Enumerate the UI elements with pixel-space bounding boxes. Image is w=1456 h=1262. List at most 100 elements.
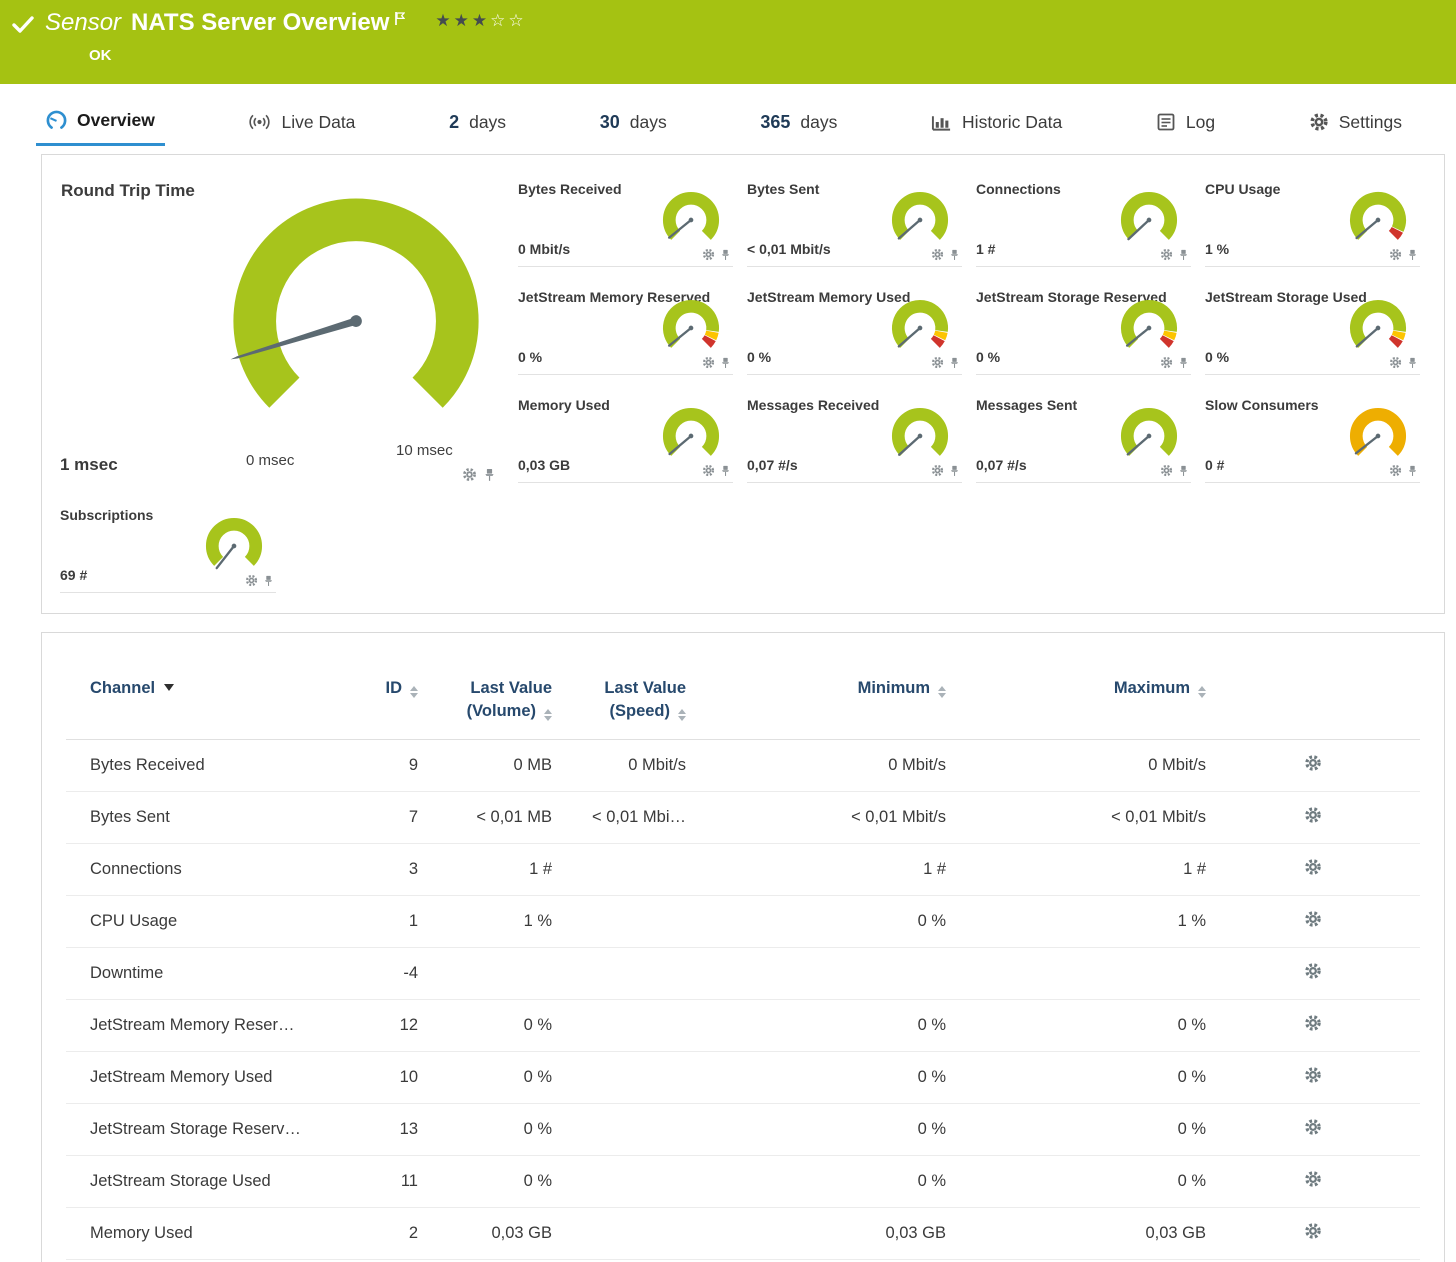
gear-icon	[931, 248, 944, 261]
gear-icon	[1309, 112, 1329, 132]
column-header-speed[interactable]: Last Value (Speed)	[552, 671, 686, 740]
star-icon[interactable]: ☆	[490, 11, 508, 30]
gauge-settings-button[interactable]	[1389, 248, 1402, 261]
tab-historic-data[interactable]: Historic Data	[921, 98, 1072, 146]
flag-icon[interactable]	[394, 11, 405, 31]
channel-settings-button[interactable]	[1304, 1066, 1322, 1084]
pin-icon	[1407, 465, 1418, 477]
gear-icon	[1304, 806, 1322, 824]
gauge-actions	[1389, 248, 1418, 261]
pin-icon	[1178, 249, 1189, 261]
cell-minimum: 0 Mbit/s	[686, 740, 946, 792]
cell-last-value-volume: 0,03 GB	[418, 1208, 552, 1260]
gauge-settings-button[interactable]	[1389, 464, 1402, 477]
channel-settings-button[interactable]	[1304, 1170, 1322, 1188]
tab-2-days[interactable]: 2days	[439, 98, 516, 146]
gauge-settings-button[interactable]	[462, 467, 477, 482]
sensor-type-label: Sensor	[45, 9, 121, 37]
gauge-pin-button[interactable]	[949, 249, 960, 261]
cell-last-value-speed	[552, 1156, 686, 1208]
gauge-cell: Memory Used 0,03 GB	[518, 397, 733, 483]
gauge-pin-button[interactable]	[720, 249, 731, 261]
gear-icon	[1304, 858, 1322, 876]
channel-settings-button[interactable]	[1304, 754, 1322, 772]
gauge-settings-button[interactable]	[702, 464, 715, 477]
channel-settings-button[interactable]	[1304, 858, 1322, 876]
tab-live-data[interactable]: Live Data	[238, 98, 365, 146]
tab-label: Historic Data	[962, 112, 1062, 133]
gauge-pin-button[interactable]	[263, 575, 274, 587]
gauge-settings-button[interactable]	[1160, 464, 1173, 477]
star-icon[interactable]: ★	[472, 11, 490, 30]
gauge-pin-button[interactable]	[1178, 465, 1189, 477]
tab-number: 2	[449, 112, 459, 133]
gauge-pin-button[interactable]	[1407, 357, 1418, 369]
cell-minimum: < 0,01 Mbit/s	[686, 792, 946, 844]
star-icon[interactable]: ★	[454, 11, 472, 30]
gauge-cell: Bytes Received 0 Mbit/s	[518, 181, 733, 267]
gauge-dial	[1340, 401, 1416, 471]
gauge-value: 0,07 #/s	[976, 457, 1027, 473]
gauge-pin-button[interactable]	[483, 468, 496, 482]
gauge-settings-button[interactable]	[245, 574, 258, 587]
gauge-settings-button[interactable]	[1389, 356, 1402, 369]
gauge-actions	[1160, 356, 1189, 369]
channel-settings-button[interactable]	[1304, 806, 1322, 824]
gear-icon	[1304, 1014, 1322, 1032]
column-header-vol[interactable]: Last Value(Volume)	[418, 671, 552, 740]
column-header-channel[interactable]: Channel	[66, 671, 336, 740]
gauge-dial	[1111, 185, 1187, 255]
column-header-id[interactable]: ID	[336, 671, 418, 740]
column-header-max[interactable]: Maximum	[946, 671, 1206, 740]
gauge-pin-button[interactable]	[949, 357, 960, 369]
gauge-settings-button[interactable]	[702, 248, 715, 261]
gauge-pin-button[interactable]	[1407, 465, 1418, 477]
star-icon[interactable]: ★	[435, 11, 453, 30]
channel-settings-button[interactable]	[1304, 962, 1322, 980]
gauge-value: 1 #	[976, 241, 995, 257]
page-title: NATS Server Overview	[131, 9, 389, 37]
main-gauge-scale-max: 10 msec	[396, 442, 453, 459]
gauge-pin-button[interactable]	[1178, 357, 1189, 369]
main-gauge-actions	[462, 467, 496, 482]
gauge-settings-button[interactable]	[931, 356, 944, 369]
gauge-pin-button[interactable]	[1178, 249, 1189, 261]
channel-table-head-row: ChannelIDLast Value(Volume) Last Value (Sp…	[66, 671, 1420, 740]
tab-365-days[interactable]: 365days	[750, 98, 847, 146]
gauge-settings-button[interactable]	[702, 356, 715, 369]
gauge-pin-button[interactable]	[949, 465, 960, 477]
cell-last-value-speed	[552, 1052, 686, 1104]
sort-icon	[1198, 686, 1206, 698]
gauge-pin-button[interactable]	[720, 465, 731, 477]
gauge-pin-button[interactable]	[720, 357, 731, 369]
gauge-actions	[1160, 464, 1189, 477]
tab-overview[interactable]: Overview	[36, 98, 165, 146]
column-header-min[interactable]: Minimum	[686, 671, 946, 740]
cell-maximum: 0 %	[946, 1000, 1206, 1052]
tab-log[interactable]: Log	[1146, 98, 1225, 146]
tab-30-days[interactable]: 30days	[590, 98, 677, 146]
column-label: Last Value	[604, 679, 686, 697]
channel-settings-button[interactable]	[1304, 910, 1322, 928]
gauge-pin-button[interactable]	[1407, 249, 1418, 261]
channel-settings-button[interactable]	[1304, 1222, 1322, 1240]
table-row: JetStream Storage Used 11 0 % 0 % 0 %	[66, 1156, 1420, 1208]
cell-maximum: 1 #	[946, 844, 1206, 896]
cell-channel: JetStream Memory Used	[66, 1052, 336, 1104]
channel-settings-button[interactable]	[1304, 1014, 1322, 1032]
cell-last-value-speed	[552, 844, 686, 896]
column-label: (Speed)	[609, 702, 670, 720]
cell-id: 12	[336, 1000, 418, 1052]
gauge-settings-button[interactable]	[931, 248, 944, 261]
gauge-settings-button[interactable]	[1160, 356, 1173, 369]
tab-settings[interactable]: Settings	[1299, 98, 1412, 146]
channel-settings-button[interactable]	[1304, 1118, 1322, 1136]
tab-number: 365	[760, 112, 790, 133]
sort-icon	[544, 709, 552, 721]
star-rating[interactable]: ★★★☆☆	[435, 11, 526, 31]
gear-icon	[462, 467, 477, 482]
star-icon[interactable]: ☆	[508, 11, 526, 30]
gauge-settings-button[interactable]	[1160, 248, 1173, 261]
gauge-settings-button[interactable]	[931, 464, 944, 477]
round-trip-gauge-dial	[212, 191, 500, 449]
